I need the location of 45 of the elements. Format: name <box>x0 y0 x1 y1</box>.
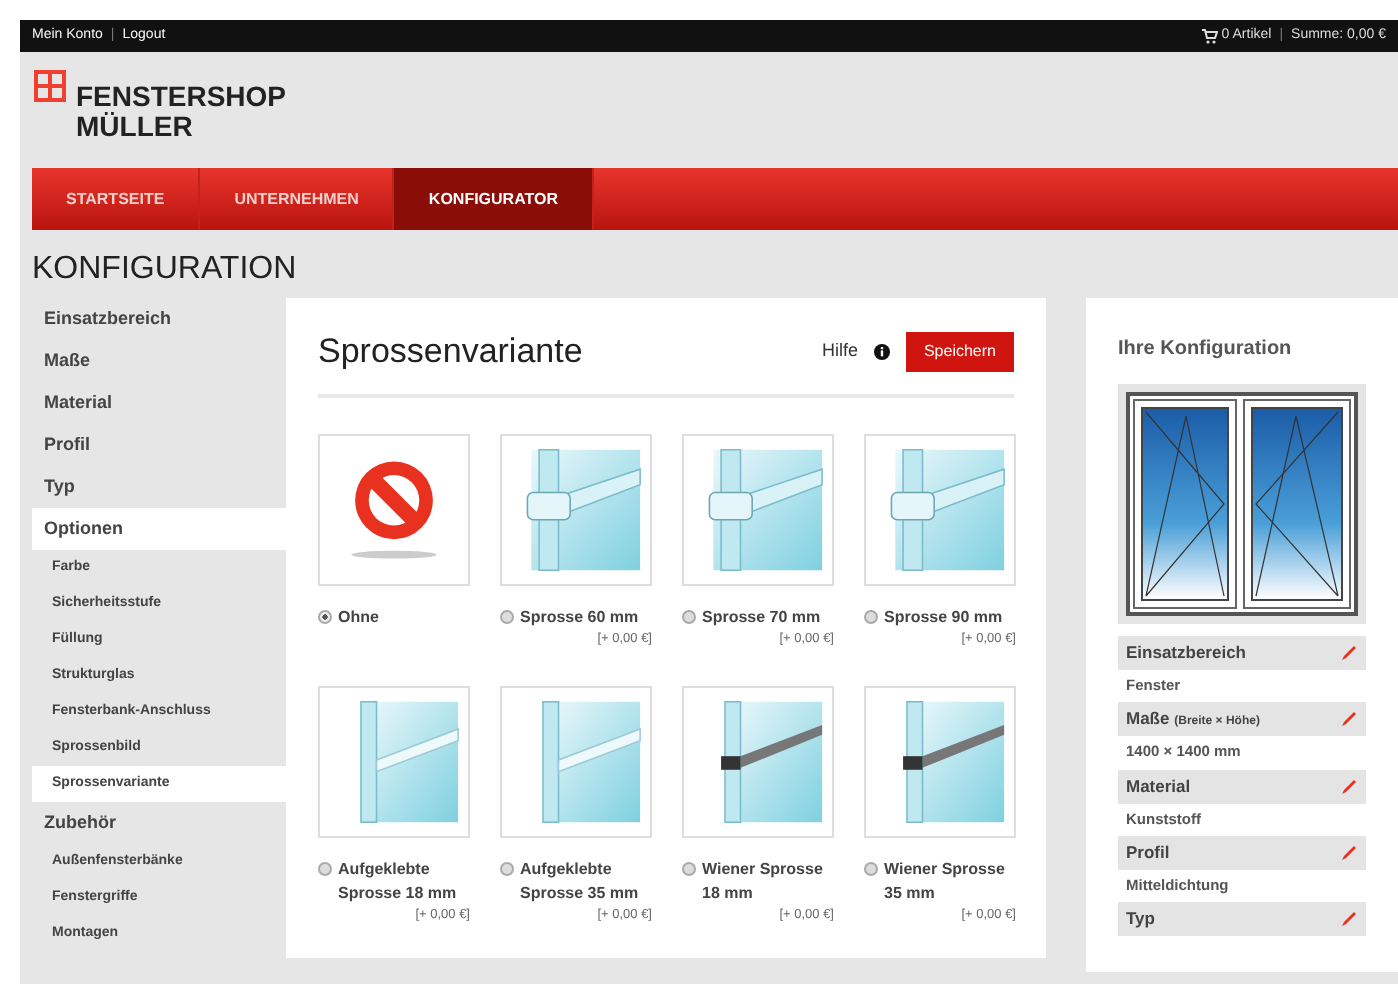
option-label: Wiener Sprosse 18 mm <box>702 857 825 905</box>
option-label: Sprosse 60 mm <box>520 605 639 629</box>
sidebar-item[interactable]: Optionen <box>32 508 286 550</box>
summary-title: Ihre Konfiguration <box>1118 336 1294 364</box>
summary-label: Maße <box>1126 708 1170 729</box>
sidebar-item[interactable]: Maße <box>32 340 286 382</box>
pencil-icon[interactable] <box>1340 843 1358 862</box>
option-label: Aufgeklebte Sprosse 35 mm <box>520 857 641 905</box>
option-label: Sprosse 70 mm <box>702 605 821 629</box>
pencil-icon[interactable] <box>1340 777 1358 795</box>
logo-text: FENSTERSHOP <box>76 82 287 112</box>
cart-icon[interactable] <box>1201 28 1218 44</box>
sidebar-item[interactable]: Einsatzbereich <box>32 298 286 340</box>
pencil-icon[interactable] <box>1340 710 1358 729</box>
option-label: Sprosse 90 mm <box>884 605 1003 629</box>
summary-label: Profil <box>1126 841 1170 862</box>
option-label: Wiener Sprosse 35 mm <box>884 857 1007 905</box>
page-title: KONFIGURATION <box>32 250 299 290</box>
section-title: Sprossenvariante <box>318 330 583 374</box>
radio-button[interactable] <box>318 861 332 875</box>
option-label: Ohne <box>338 605 379 629</box>
radio-button[interactable] <box>500 861 514 875</box>
radio-button[interactable] <box>318 609 332 623</box>
summary-label: Typ <box>1126 908 1155 929</box>
sidebar-item[interactable]: Material <box>32 382 286 424</box>
radio-button[interactable] <box>864 609 878 623</box>
nav-tab[interactable]: KONFIGURATOR <box>394 168 595 230</box>
radio-button[interactable] <box>500 609 514 623</box>
pencil-icon[interactable] <box>1340 910 1358 928</box>
summary-label: Einsatzbereich <box>1126 642 1246 663</box>
radio-button[interactable] <box>682 861 696 875</box>
pencil-icon[interactable] <box>1340 644 1358 662</box>
sidebar-item[interactable]: Profil <box>32 424 286 466</box>
save-button[interactable]: Speichern <box>905 331 1014 372</box>
radio-button[interactable] <box>682 609 696 623</box>
nav-tab[interactable]: STARTSEITE <box>32 168 201 230</box>
summary-label: Material <box>1126 775 1191 796</box>
help-link[interactable]: Hilfe <box>821 338 858 365</box>
logo-icon <box>32 68 68 104</box>
help-icon[interactable] <box>873 343 890 360</box>
radio-button[interactable] <box>864 861 878 875</box>
option-label: Aufgeklebte Sprosse 18 mm <box>338 857 459 905</box>
logo-text: MÜLLER <box>76 112 195 142</box>
sidebar-item[interactable]: Zubehör <box>32 802 286 844</box>
sidebar-item[interactable]: Typ <box>32 466 286 508</box>
